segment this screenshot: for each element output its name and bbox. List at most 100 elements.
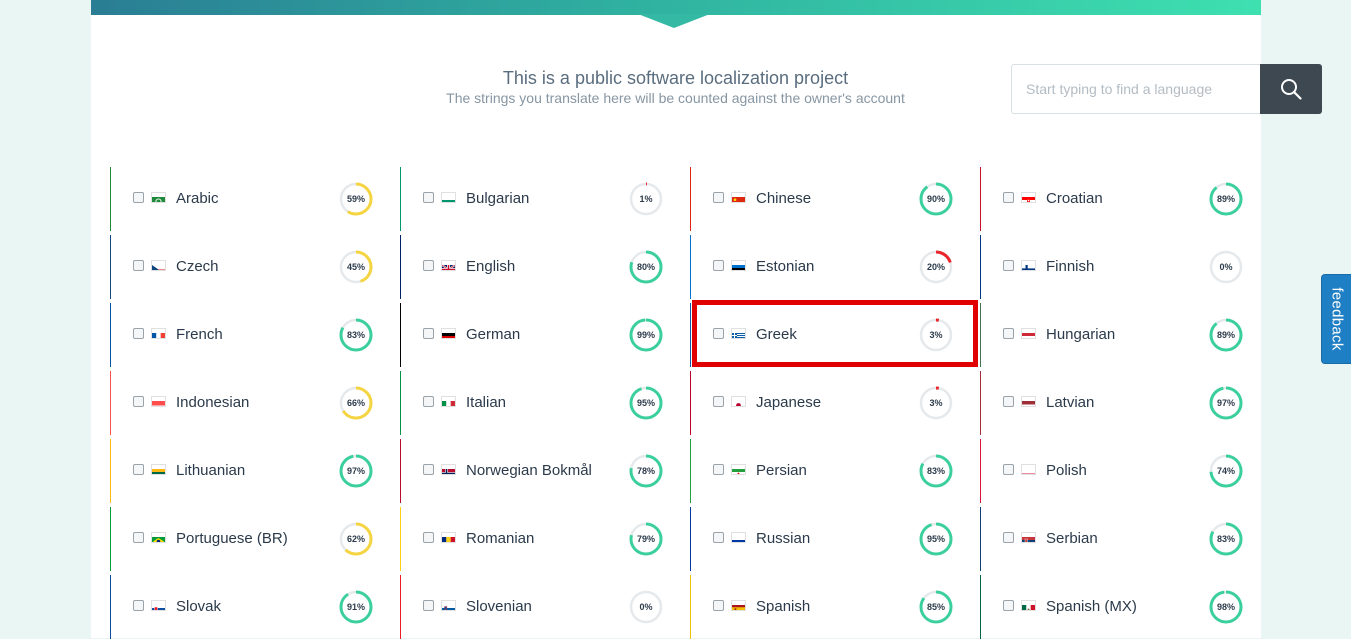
progress-ring: 83% [1209, 522, 1243, 556]
language-item-lithuanian[interactable]: Lithuanian 97% [110, 439, 390, 503]
language-checkbox[interactable] [1003, 192, 1014, 203]
progress-ring: 80% [629, 250, 663, 284]
language-checkbox[interactable] [713, 260, 724, 271]
language-name: Slovak [176, 598, 222, 615]
progress-ring: 59% [339, 182, 373, 216]
language-item-croatian[interactable]: Croatian 89% [980, 167, 1260, 231]
language-name: Romanian [466, 530, 535, 547]
progress-percent: 90% [926, 194, 945, 204]
language-item-arabic[interactable]: Arabic 59% [110, 167, 390, 231]
progress-percent: 62% [346, 534, 365, 544]
language-name: Finnish [1046, 258, 1095, 275]
language-checkbox[interactable] [423, 328, 434, 339]
progress-ring: 89% [1209, 318, 1243, 352]
language-checkbox[interactable] [133, 260, 144, 271]
language-item-chinese[interactable]: Chinese 90% [690, 167, 970, 231]
language-checkbox[interactable] [133, 600, 144, 611]
feedback-tab[interactable]: feedback [1321, 274, 1351, 364]
language-item-estonian[interactable]: Estonian 20% [690, 235, 970, 299]
language-checkbox[interactable] [713, 192, 724, 203]
language-checkbox[interactable] [713, 464, 724, 475]
flag-icon [151, 260, 166, 271]
language-item-russian[interactable]: Russian 95% [690, 507, 970, 571]
language-item-finnish[interactable]: Finnish 0% [980, 235, 1260, 299]
language-name: Czech [176, 258, 219, 275]
language-checkbox[interactable] [423, 260, 434, 271]
language-item-greek[interactable]: Greek 3% [690, 303, 970, 367]
language-item-hungarian[interactable]: Hungarian 89% [980, 303, 1260, 367]
language-checkbox[interactable] [713, 396, 724, 407]
flag-icon [1021, 532, 1036, 543]
language-checkbox[interactable] [1003, 532, 1014, 543]
progress-percent: 74% [1216, 466, 1235, 476]
language-item-slovak[interactable]: Slovak 91% [110, 575, 390, 639]
language-item-japanese[interactable]: Japanese 3% [690, 371, 970, 435]
language-checkbox[interactable] [423, 532, 434, 543]
language-item-romanian[interactable]: Romanian 79% [400, 507, 680, 571]
language-name: Lithuanian [176, 462, 246, 479]
flag-icon [731, 328, 746, 339]
language-checkbox[interactable] [1003, 260, 1014, 271]
language-item-bulgarian[interactable]: Bulgarian 1% [400, 167, 680, 231]
progress-percent: 95% [926, 534, 945, 544]
language-item-norwegian-bokm-l[interactable]: Norwegian Bokmål 78% [400, 439, 680, 503]
language-item-spanish[interactable]: Spanish 85% [690, 575, 970, 639]
progress-ring: 83% [919, 454, 953, 488]
language-item-english[interactable]: English 80% [400, 235, 680, 299]
language-checkbox[interactable] [423, 464, 434, 475]
language-checkbox[interactable] [133, 192, 144, 203]
language-checkbox[interactable] [713, 532, 724, 543]
language-checkbox[interactable] [423, 192, 434, 203]
language-name: Spanish (MX) [1046, 598, 1137, 615]
progress-percent: 83% [1216, 534, 1235, 544]
progress-ring: 66% [339, 386, 373, 420]
language-item-slovenian[interactable]: Slovenian 0% [400, 575, 680, 639]
language-checkbox[interactable] [133, 464, 144, 475]
flag-icon [151, 464, 166, 475]
language-item-czech[interactable]: Czech 45% [110, 235, 390, 299]
flag-icon [441, 192, 456, 203]
language-checkbox[interactable] [133, 396, 144, 407]
top-accent-bar [91, 0, 1261, 15]
language-checkbox[interactable] [1003, 600, 1014, 611]
language-checkbox[interactable] [133, 532, 144, 543]
language-checkbox[interactable] [1003, 464, 1014, 475]
flag-icon [731, 532, 746, 543]
flag-icon [441, 464, 456, 475]
progress-ring: 97% [1209, 386, 1243, 420]
language-item-indonesian[interactable]: Indonesian 66% [110, 371, 390, 435]
language-checkbox[interactable] [423, 600, 434, 611]
progress-ring: 20% [919, 250, 953, 284]
language-item-serbian[interactable]: Serbian 83% [980, 507, 1260, 571]
language-item-french[interactable]: French 83% [110, 303, 390, 367]
flag-icon [731, 600, 746, 611]
language-checkbox[interactable] [713, 600, 724, 611]
progress-percent: 85% [926, 602, 945, 612]
language-item-latvian[interactable]: Latvian 97% [980, 371, 1260, 435]
language-checkbox[interactable] [133, 328, 144, 339]
page-subtitle: The strings you translate here will be c… [446, 90, 905, 106]
flag-icon [441, 260, 456, 271]
language-item-spanish-mx[interactable]: Spanish (MX) 98% [980, 575, 1260, 639]
language-checkbox[interactable] [713, 328, 724, 339]
page-title: This is a public software localization p… [502, 68, 849, 88]
language-checkbox[interactable] [423, 396, 434, 407]
progress-percent: 83% [346, 330, 365, 340]
progress-percent: 59% [346, 194, 365, 204]
progress-percent: 91% [346, 602, 365, 612]
language-item-italian[interactable]: Italian 95% [400, 371, 680, 435]
flag-icon [1021, 192, 1036, 203]
language-checkbox[interactable] [1003, 396, 1014, 407]
search-input[interactable] [1011, 64, 1260, 114]
language-item-german[interactable]: German 99% [400, 303, 680, 367]
flag-icon [151, 328, 166, 339]
language-item-persian[interactable]: Persian 83% [690, 439, 970, 503]
language-item-polish[interactable]: Polish 74% [980, 439, 1260, 503]
language-name: Croatian [1046, 190, 1103, 207]
language-checkbox[interactable] [1003, 328, 1014, 339]
search-icon [1281, 79, 1302, 100]
search-button[interactable] [1260, 64, 1322, 114]
language-item-portuguese-br[interactable]: Portuguese (BR) 62% [110, 507, 390, 571]
progress-percent: 98% [1216, 602, 1235, 612]
progress-percent: 0% [1219, 262, 1233, 272]
